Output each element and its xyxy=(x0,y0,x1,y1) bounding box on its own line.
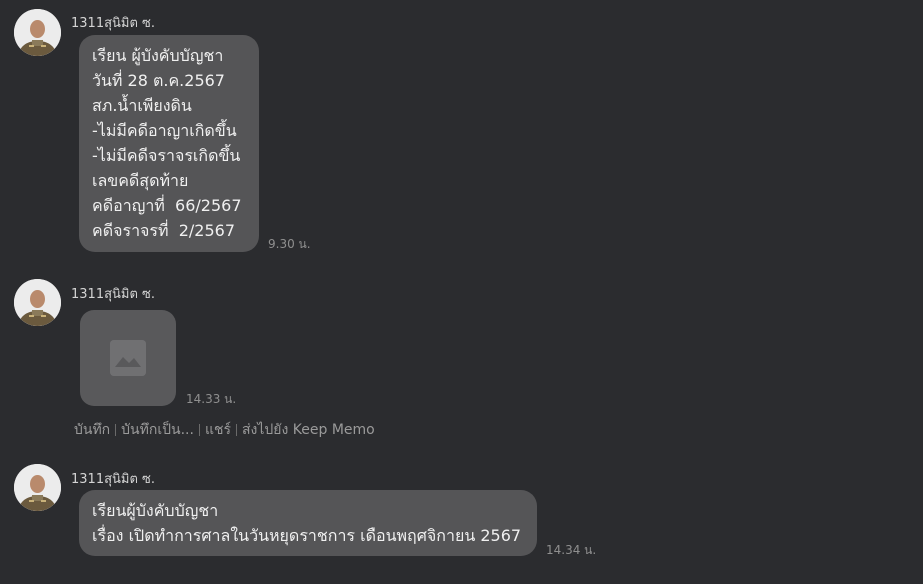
message-line: เรื่อง เปิดทำการศาลในวันหยุดราชการ เดือน… xyxy=(92,526,522,545)
message-line: -ไม่มีคดีอาญาเกิดขึ้น xyxy=(92,121,237,140)
message-line: วันที่ 28 ต.ค.2567 xyxy=(92,71,225,90)
divider xyxy=(235,424,237,436)
message-line: -ไม่มีคดีจราจรเกิดขึ้น xyxy=(92,146,241,165)
sender-name: 1311สุนิมิต ซ. xyxy=(71,16,156,31)
message-item: 1311สุนิมิต ซ. 14.33 น. บันทึก บันทึกเป็… xyxy=(0,270,923,440)
message-item: 1311สุนิมิต ซ. เรียนผู้บังคับบัญชา เรื่อ… xyxy=(0,455,923,584)
message-bubble[interactable]: เรียนผู้บังคับบัญชา เรื่อง เปิดทำการศาลใ… xyxy=(79,490,537,556)
send-to-keep-memo-button[interactable]: ส่งไปยัง Keep Memo xyxy=(242,419,375,441)
avatar[interactable] xyxy=(14,279,61,326)
message-line: เลขคดีสุดท้าย xyxy=(92,171,189,190)
image-placeholder-icon xyxy=(110,340,146,376)
divider xyxy=(198,424,200,436)
save-as-button[interactable]: บันทึกเป็น... xyxy=(121,419,194,441)
message-bubble[interactable]: เรียน ผู้บังคับบัญชา วันที่ 28 ต.ค.2567 … xyxy=(79,35,259,252)
message-line: คดีอาญาที่ 66/2567 xyxy=(92,196,242,215)
message-line: คดีจราจรที่ 2/2567 xyxy=(92,221,236,240)
message-item: 1311สุนิมิต ซ. เรียน ผู้บังคับบัญชา วันท… xyxy=(0,0,923,260)
sender-name: 1311สุนิมิต ซ. xyxy=(71,472,156,487)
avatar[interactable] xyxy=(14,464,61,511)
divider xyxy=(115,424,117,436)
message-line: สภ.น้ำเพียงดิน xyxy=(92,96,192,115)
save-button[interactable]: บันทึก xyxy=(74,419,110,441)
message-timestamp: 14.34 น. xyxy=(546,543,597,557)
message-line: เรียน ผู้บังคับบัญชา xyxy=(92,46,224,65)
message-timestamp: 9.30 น. xyxy=(268,237,311,251)
avatar[interactable] xyxy=(14,9,61,56)
message-timestamp: 14.33 น. xyxy=(186,392,237,406)
chat-view: 1311สุนิมิต ซ. เรียน ผู้บังคับบัญชา วันท… xyxy=(0,0,923,584)
share-button[interactable]: แชร์ xyxy=(205,419,231,441)
image-actions: บันทึก บันทึกเป็น... แชร์ ส่งไปยัง Keep … xyxy=(74,419,375,441)
sender-name: 1311สุนิมิต ซ. xyxy=(71,287,156,302)
message-line: เรียนผู้บังคับบัญชา xyxy=(92,501,219,520)
image-message[interactable] xyxy=(80,310,176,406)
